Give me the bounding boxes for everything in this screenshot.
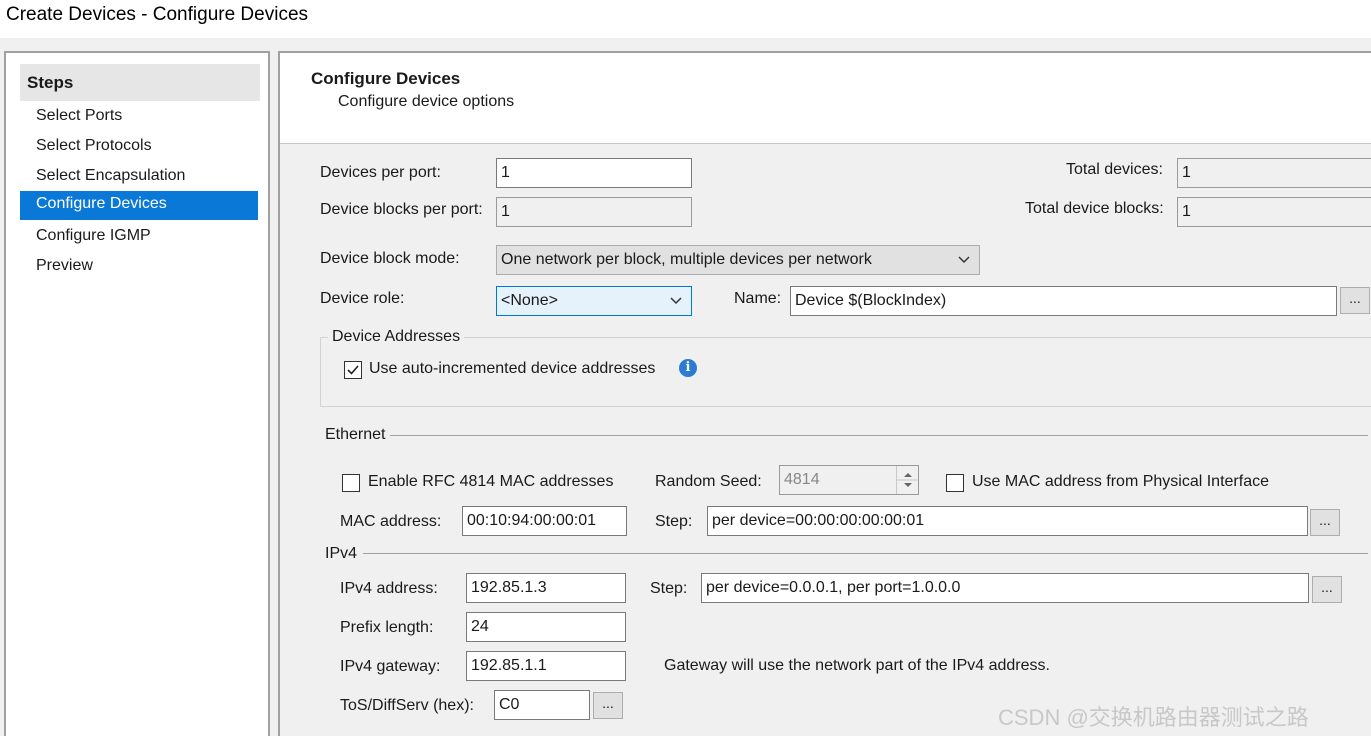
chevron-down-icon <box>958 256 970 264</box>
mac-step-browse-button[interactable]: ... <box>1310 509 1340 536</box>
step-select-protocols[interactable]: Select Protocols <box>20 133 258 162</box>
auto-increment-label: Use auto-incremented device addresses <box>369 360 656 377</box>
prefix-length-input[interactable]: 24 <box>466 612 626 642</box>
step-preview[interactable]: Preview <box>20 253 258 282</box>
ipv4-divider <box>363 553 1368 554</box>
use-mac-physical-checkbox[interactable] <box>946 474 964 492</box>
name-input[interactable]: Device $(BlockIndex) <box>790 286 1337 316</box>
devices-per-port-input[interactable]: 1 <box>496 158 692 188</box>
use-mac-physical-label: Use MAC address from Physical Interface <box>972 473 1269 490</box>
random-seed-label: Random Seed: <box>655 473 762 490</box>
gateway-note: Gateway will use the network part of the… <box>664 657 1050 674</box>
mac-step-label: Step: <box>655 513 693 530</box>
title-bar: Create Devices - Configure Devices <box>0 0 1371 38</box>
ipv4-address-label: IPv4 address: <box>340 580 438 597</box>
total-devices-field: 1 <box>1177 158 1371 188</box>
device-role-label: Device role: <box>320 290 405 307</box>
rfc4814-checkbox[interactable] <box>342 474 360 492</box>
device-block-mode-label: Device block mode: <box>320 250 460 267</box>
prefix-length-label: Prefix length: <box>340 619 434 636</box>
ethernet-divider <box>390 435 1368 436</box>
ethernet-group-label: Ethernet <box>325 426 386 443</box>
device-role-value: <None> <box>501 292 558 309</box>
watermark: CSDN @交换机路由器测试之路 <box>998 705 1309 730</box>
chevron-down-icon <box>670 297 682 305</box>
tos-input[interactable]: C0 <box>494 690 590 720</box>
random-seed-value: 4814 <box>784 471 820 488</box>
total-devices-label: Total devices: <box>1066 161 1163 178</box>
device-blocks-per-port-field: 1 <box>496 197 692 227</box>
ipv4-address-input[interactable]: 192.85.1.3 <box>466 573 626 603</box>
steps-sidebar: Steps Select Ports Select Protocols Sele… <box>4 51 270 736</box>
tos-browse-button[interactable]: ... <box>593 692 623 719</box>
step-select-ports[interactable]: Select Ports <box>20 103 258 132</box>
name-browse-button[interactable]: ... <box>1340 287 1370 314</box>
total-device-blocks-label: Total device blocks: <box>1025 200 1164 217</box>
devices-per-port-label: Devices per port: <box>320 164 441 181</box>
step-configure-igmp[interactable]: Configure IGMP <box>20 223 258 252</box>
device-addresses-group-label: Device Addresses <box>328 328 465 346</box>
device-blocks-per-port-label: Device blocks per port: <box>320 201 483 218</box>
name-label: Name: <box>734 290 782 307</box>
window-title: Create Devices - Configure Devices <box>6 4 309 25</box>
main-panel: Configure Devices Configure device optio… <box>278 51 1371 736</box>
mac-address-input[interactable]: 00:10:94:00:00:01 <box>462 506 627 536</box>
mac-address-label: MAC address: <box>340 513 442 530</box>
page-subtitle: Configure device options <box>338 93 515 110</box>
rfc4814-label: Enable RFC 4814 MAC addresses <box>368 473 614 490</box>
tos-label: ToS/DiffServ (hex): <box>340 697 474 714</box>
device-block-mode-value: One network per block, multiple devices … <box>501 251 872 268</box>
main-header: Configure Devices Configure device optio… <box>280 53 1371 144</box>
mac-step-input[interactable]: per device=00:00:00:00:00:01 <box>707 506 1308 536</box>
step-configure-devices[interactable]: Configure Devices <box>20 191 258 220</box>
info-icon[interactable]: i <box>679 359 697 377</box>
ipv4-step-input[interactable]: per device=0.0.0.1, per port=1.0.0.0 <box>701 573 1309 603</box>
total-device-blocks-field: 1 <box>1177 197 1371 227</box>
ipv4-gateway-label: IPv4 gateway: <box>340 658 441 675</box>
device-role-dropdown[interactable]: <None> <box>496 286 692 316</box>
checkmark-icon <box>347 365 359 375</box>
ipv4-step-label: Step: <box>650 580 688 597</box>
device-block-mode-dropdown[interactable]: One network per block, multiple devices … <box>496 245 980 275</box>
auto-increment-checkbox[interactable] <box>344 361 362 379</box>
steps-header: Steps <box>20 64 260 101</box>
spinner-arrows-icon <box>896 466 918 494</box>
ipv4-step-browse-button[interactable]: ... <box>1312 576 1342 603</box>
ipv4-group-label: IPv4 <box>325 545 358 562</box>
random-seed-spinner: 4814 <box>779 465 919 495</box>
step-select-encapsulation[interactable]: Select Encapsulation <box>20 163 258 192</box>
ipv4-gateway-input[interactable]: 192.85.1.1 <box>466 651 626 681</box>
page-title: Configure Devices <box>311 69 461 88</box>
